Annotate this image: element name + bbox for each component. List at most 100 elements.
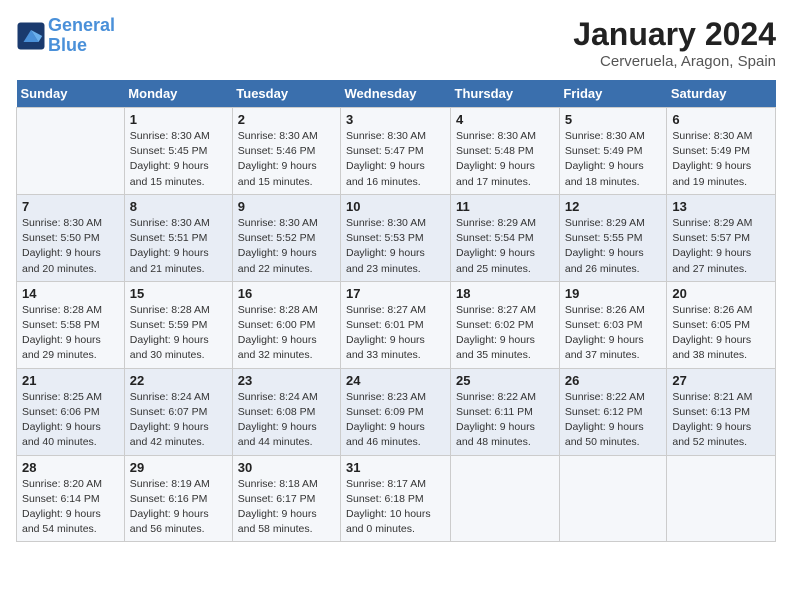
weekday-header-sunday: Sunday <box>17 80 125 108</box>
day-detail: Sunrise: 8:30 AMSunset: 5:50 PMDaylight:… <box>22 216 119 277</box>
day-number: 22 <box>130 373 227 388</box>
calendar-cell: 19 Sunrise: 8:26 AMSunset: 6:03 PMDayligh… <box>559 281 667 368</box>
weekday-header-friday: Friday <box>559 80 667 108</box>
day-detail: Sunrise: 8:28 AMSunset: 5:59 PMDaylight:… <box>130 303 227 364</box>
calendar-cell: 23 Sunrise: 8:24 AMSunset: 6:08 PMDayligh… <box>232 368 340 455</box>
day-detail: Sunrise: 8:20 AMSunset: 6:14 PMDaylight:… <box>22 477 119 538</box>
calendar-cell: 16 Sunrise: 8:28 AMSunset: 6:00 PMDayligh… <box>232 281 340 368</box>
day-number: 27 <box>672 373 770 388</box>
day-detail: Sunrise: 8:27 AMSunset: 6:01 PMDaylight:… <box>346 303 445 364</box>
calendar-cell: 15 Sunrise: 8:28 AMSunset: 5:59 PMDayligh… <box>124 281 232 368</box>
day-detail: Sunrise: 8:30 AMSunset: 5:46 PMDaylight:… <box>238 129 335 190</box>
calendar-cell <box>667 455 776 542</box>
day-number: 23 <box>238 373 335 388</box>
calendar-cell: 9 Sunrise: 8:30 AMSunset: 5:52 PMDaylight… <box>232 194 340 281</box>
day-number: 21 <box>22 373 119 388</box>
day-number: 31 <box>346 460 445 475</box>
weekday-header-tuesday: Tuesday <box>232 80 340 108</box>
day-detail: Sunrise: 8:27 AMSunset: 6:02 PMDaylight:… <box>456 303 554 364</box>
calendar-cell: 26 Sunrise: 8:22 AMSunset: 6:12 PMDayligh… <box>559 368 667 455</box>
day-number: 19 <box>565 286 662 301</box>
day-detail: Sunrise: 8:30 AMSunset: 5:48 PMDaylight:… <box>456 129 554 190</box>
calendar-cell: 7 Sunrise: 8:30 AMSunset: 5:50 PMDaylight… <box>17 194 125 281</box>
calendar-cell: 25 Sunrise: 8:22 AMSunset: 6:11 PMDayligh… <box>451 368 560 455</box>
day-detail: Sunrise: 8:21 AMSunset: 6:13 PMDaylight:… <box>672 390 770 451</box>
calendar-week-4: 21 Sunrise: 8:25 AMSunset: 6:06 PMDayligh… <box>17 368 776 455</box>
day-detail: Sunrise: 8:30 AMSunset: 5:51 PMDaylight:… <box>130 216 227 277</box>
day-number: 2 <box>238 112 335 127</box>
page-header: GeneralBlue January 2024 Cerveruela, Ara… <box>16 16 776 70</box>
day-detail: Sunrise: 8:29 AMSunset: 5:57 PMDaylight:… <box>672 216 770 277</box>
day-detail: Sunrise: 8:17 AMSunset: 6:18 PMDaylight:… <box>346 477 445 538</box>
day-number: 20 <box>672 286 770 301</box>
day-detail: Sunrise: 8:18 AMSunset: 6:17 PMDaylight:… <box>238 477 335 538</box>
day-number: 7 <box>22 199 119 214</box>
calendar-cell: 8 Sunrise: 8:30 AMSunset: 5:51 PMDaylight… <box>124 194 232 281</box>
logo: GeneralBlue <box>16 16 115 56</box>
calendar-cell: 21 Sunrise: 8:25 AMSunset: 6:06 PMDayligh… <box>17 368 125 455</box>
day-number: 4 <box>456 112 554 127</box>
day-detail: Sunrise: 8:30 AMSunset: 5:53 PMDaylight:… <box>346 216 445 277</box>
day-detail: Sunrise: 8:26 AMSunset: 6:03 PMDaylight:… <box>565 303 662 364</box>
calendar-cell: 18 Sunrise: 8:27 AMSunset: 6:02 PMDayligh… <box>451 281 560 368</box>
calendar-week-1: 1 Sunrise: 8:30 AMSunset: 5:45 PMDaylight… <box>17 108 776 195</box>
calendar-week-5: 28 Sunrise: 8:20 AMSunset: 6:14 PMDayligh… <box>17 455 776 542</box>
day-detail: Sunrise: 8:28 AMSunset: 6:00 PMDaylight:… <box>238 303 335 364</box>
day-number: 6 <box>672 112 770 127</box>
day-detail: Sunrise: 8:19 AMSunset: 6:16 PMDaylight:… <box>130 477 227 538</box>
calendar-cell: 13Sunrise: 8:29 AMSunset: 5:57 PMDayligh… <box>667 194 776 281</box>
day-number: 26 <box>565 373 662 388</box>
calendar-cell: 11 Sunrise: 8:29 AMSunset: 5:54 PMDayligh… <box>451 194 560 281</box>
day-detail: Sunrise: 8:25 AMSunset: 6:06 PMDaylight:… <box>22 390 119 451</box>
day-detail: Sunrise: 8:23 AMSunset: 6:09 PMDaylight:… <box>346 390 445 451</box>
day-detail: Sunrise: 8:22 AMSunset: 6:11 PMDaylight:… <box>456 390 554 451</box>
day-number: 15 <box>130 286 227 301</box>
day-detail: Sunrise: 8:29 AMSunset: 5:54 PMDaylight:… <box>456 216 554 277</box>
calendar-week-2: 7 Sunrise: 8:30 AMSunset: 5:50 PMDaylight… <box>17 194 776 281</box>
day-detail: Sunrise: 8:29 AMSunset: 5:55 PMDaylight:… <box>565 216 662 277</box>
day-detail: Sunrise: 8:30 AMSunset: 5:49 PMDaylight:… <box>565 129 662 190</box>
calendar-cell: 28 Sunrise: 8:20 AMSunset: 6:14 PMDayligh… <box>17 455 125 542</box>
calendar-cell: 1 Sunrise: 8:30 AMSunset: 5:45 PMDaylight… <box>124 108 232 195</box>
day-detail: Sunrise: 8:24 AMSunset: 6:07 PMDaylight:… <box>130 390 227 451</box>
calendar-cell: 27 Sunrise: 8:21 AMSunset: 6:13 PMDayligh… <box>667 368 776 455</box>
calendar-table: SundayMondayTuesdayWednesdayThursdayFrid… <box>16 80 776 542</box>
calendar-cell: 5Sunrise: 8:30 AMSunset: 5:49 PMDaylight… <box>559 108 667 195</box>
calendar-cell: 2 Sunrise: 8:30 AMSunset: 5:46 PMDaylight… <box>232 108 340 195</box>
day-number: 8 <box>130 199 227 214</box>
calendar-cell: 24 Sunrise: 8:23 AMSunset: 6:09 PMDayligh… <box>341 368 451 455</box>
day-number: 30 <box>238 460 335 475</box>
logo-text: GeneralBlue <box>48 16 115 56</box>
calendar-cell: 17Sunrise: 8:27 AMSunset: 6:01 PMDayligh… <box>341 281 451 368</box>
calendar-cell: 12Sunrise: 8:29 AMSunset: 5:55 PMDayligh… <box>559 194 667 281</box>
weekday-header-thursday: Thursday <box>451 80 560 108</box>
calendar-cell <box>17 108 125 195</box>
day-number: 28 <box>22 460 119 475</box>
calendar-cell: 22 Sunrise: 8:24 AMSunset: 6:07 PMDayligh… <box>124 368 232 455</box>
calendar-cell <box>451 455 560 542</box>
day-number: 24 <box>346 373 445 388</box>
day-number: 10 <box>346 199 445 214</box>
day-number: 16 <box>238 286 335 301</box>
day-number: 1 <box>130 112 227 127</box>
calendar-cell: 30 Sunrise: 8:18 AMSunset: 6:17 PMDayligh… <box>232 455 340 542</box>
calendar-cell: 14Sunrise: 8:28 AMSunset: 5:58 PMDayligh… <box>17 281 125 368</box>
day-detail: Sunrise: 8:30 AMSunset: 5:47 PMDaylight:… <box>346 129 445 190</box>
day-number: 25 <box>456 373 554 388</box>
calendar-cell: 29 Sunrise: 8:19 AMSunset: 6:16 PMDayligh… <box>124 455 232 542</box>
weekday-header-saturday: Saturday <box>667 80 776 108</box>
calendar-cell: 4 Sunrise: 8:30 AMSunset: 5:48 PMDaylight… <box>451 108 560 195</box>
day-detail: Sunrise: 8:30 AMSunset: 5:45 PMDaylight:… <box>130 129 227 190</box>
calendar-cell: 31 Sunrise: 8:17 AMSunset: 6:18 PMDayligh… <box>341 455 451 542</box>
day-number: 29 <box>130 460 227 475</box>
day-detail: Sunrise: 8:30 AMSunset: 5:52 PMDaylight:… <box>238 216 335 277</box>
day-number: 11 <box>456 199 554 214</box>
calendar-cell: 3Sunrise: 8:30 AMSunset: 5:47 PMDaylight… <box>341 108 451 195</box>
day-number: 18 <box>456 286 554 301</box>
day-number: 9 <box>238 199 335 214</box>
calendar-cell <box>559 455 667 542</box>
month-title: January 2024 <box>573 16 776 53</box>
day-detail: Sunrise: 8:24 AMSunset: 6:08 PMDaylight:… <box>238 390 335 451</box>
weekday-header-monday: Monday <box>124 80 232 108</box>
day-detail: Sunrise: 8:22 AMSunset: 6:12 PMDaylight:… <box>565 390 662 451</box>
